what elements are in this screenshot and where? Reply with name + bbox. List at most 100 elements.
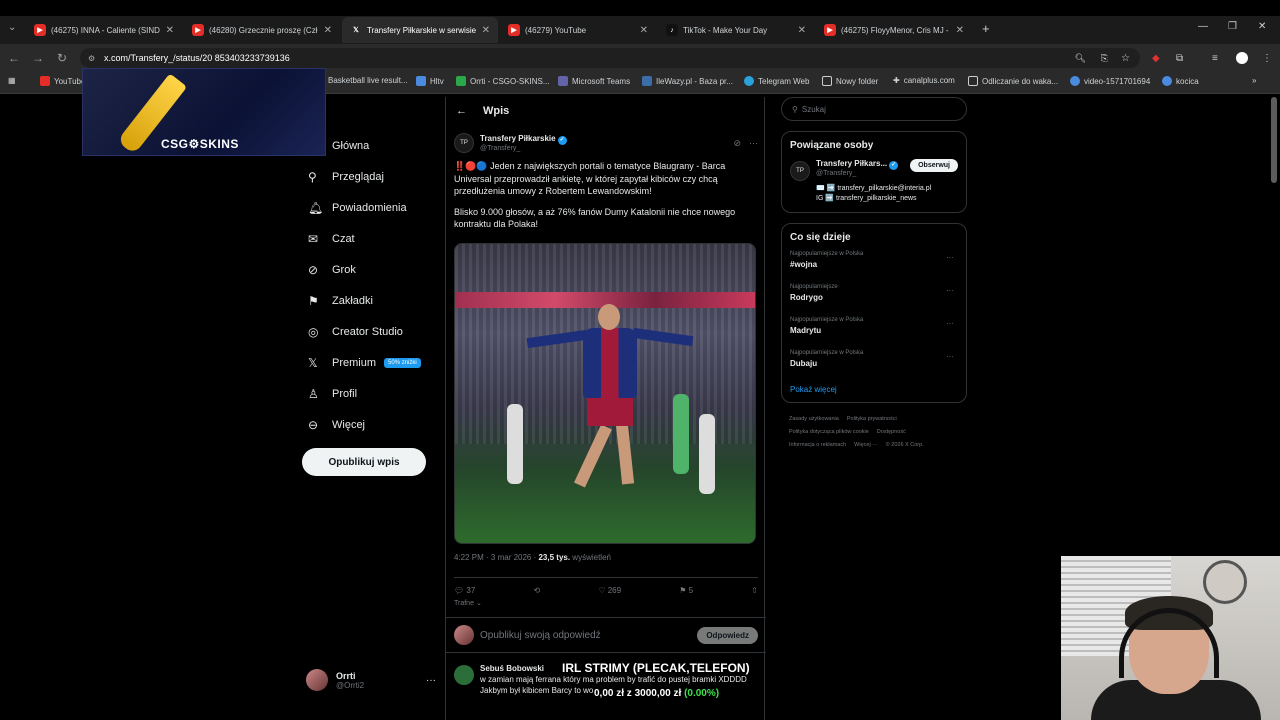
nav-chat[interactable]: ✉ Czat (302, 223, 442, 254)
opponent-figure (507, 404, 523, 484)
bookmark-item[interactable]: Basketball live result... (328, 76, 408, 85)
tab-search-icon[interactable]: ⌄ (8, 22, 16, 33)
nav-profile[interactable]: ♙ Profil (302, 378, 442, 409)
trend-item[interactable]: Najpopularniejsze Rodrygo ··· (790, 284, 958, 317)
reply-button[interactable]: Odpowiedz (697, 626, 758, 644)
author-name[interactable]: Transfery Piłkarskie ✓ (480, 134, 567, 145)
reply-composer: Opublikuj swoją odpowiedź Odpowiedz (446, 617, 766, 653)
address-bar[interactable]: ⚙ x.com/Transfery_/status/20 85340323373… (80, 48, 1140, 68)
avatar[interactable]: TP (790, 161, 810, 181)
tab-2[interactable]: ▶ (46280) Grzecznie proszę (Człu ✕ (184, 17, 340, 43)
trend-item[interactable]: Najpopularniejsze w Polska Madrytu ··· (790, 317, 958, 350)
bell-icon: 🔔︎ (308, 200, 324, 215)
bookmark-item[interactable]: Orrti - CSGO-SKINS... (456, 76, 550, 86)
tab-3-active[interactable]: 𝕏 Transfery Piłkarskie w serwisie X ✕ (342, 17, 498, 43)
bookmark-item[interactable]: Hltv (416, 76, 444, 86)
bookmark-action[interactable]: ⚑ 5 (679, 586, 693, 595)
footer-links: Zasady użytkowania Polityka prywatności P… (781, 413, 967, 452)
opponent-figure (699, 414, 715, 494)
csg-skins-logo: CSG⚙SKINS (161, 137, 239, 151)
reply-action[interactable]: 💬︎ 37 (454, 586, 475, 595)
new-tab-icon[interactable]: + (982, 21, 990, 36)
back-icon[interactable]: ← (2, 51, 26, 65)
nav-explore[interactable]: ⚲ Przeglądaj (302, 161, 442, 192)
minimize-icon[interactable]: — (1198, 21, 1208, 32)
extensions-puzzle-icon[interactable]: ⧉ (1176, 53, 1183, 64)
back-arrow-icon[interactable]: ← (456, 105, 467, 117)
bookmark-item[interactable]: kocica (1162, 76, 1199, 86)
footer-link[interactable]: Więcej ··· (854, 442, 878, 448)
close-icon[interactable]: ✕ (482, 25, 490, 36)
share-icon[interactable]: ⇧ (751, 586, 758, 595)
bookmark-item[interactable]: Odliczanie do waka... (968, 76, 1058, 86)
footer-link[interactable]: Polityka dotycząca plików cookie (789, 429, 869, 435)
menu-icon[interactable]: ⋮ (1262, 53, 1272, 64)
install-icon[interactable]: ⎘ (1101, 53, 1108, 64)
trend-item[interactable]: Najpopularniejsze w Polska #wojna ··· (790, 251, 958, 284)
trend-item[interactable]: Najpopularniejsze w Polska Dubaju ··· (790, 350, 958, 383)
related-name[interactable]: Transfery Piłkars... ✓ (816, 159, 899, 170)
more-icon[interactable]: ··· (426, 675, 436, 686)
close-icon[interactable]: ✕ (166, 25, 174, 36)
zoom-icon[interactable]: 🔍︎ (1075, 53, 1086, 64)
show-more-link[interactable]: Pokaż więcej (790, 385, 958, 394)
retweet-icon[interactable]: ⟲ (533, 586, 540, 595)
chevron-right-icon[interactable]: » (1252, 76, 1256, 85)
tab-4[interactable]: ▶ (46279) YouTube ✕ (500, 17, 656, 43)
close-icon[interactable]: ✕ (640, 25, 648, 36)
account-switcher[interactable]: Orrti @Orrti2 ··· (306, 668, 436, 692)
publish-post-button[interactable]: Opublikuj wpis (302, 448, 426, 476)
profile-icon[interactable] (1236, 52, 1248, 64)
nav-more[interactable]: ⊖ Więcej (302, 409, 442, 440)
footer-link[interactable]: Polityka prywatności (847, 416, 897, 422)
footer-link[interactable]: Dostępność (877, 429, 906, 435)
more-icon[interactable]: ··· (946, 253, 954, 262)
extension-icon[interactable]: ◆ (1152, 53, 1160, 64)
site-info-icon[interactable]: ⚙ (88, 54, 95, 63)
bookmark-item[interactable]: ✚ canalplus.com (893, 76, 955, 85)
nav-grok[interactable]: ⊘ Grok (302, 254, 442, 285)
apps-icon[interactable]: ▦ (8, 76, 16, 85)
footer-link[interactable]: Zasady użytkowania (789, 416, 839, 422)
restore-icon[interactable]: ❐ (1228, 21, 1237, 32)
bookmark-item[interactable]: YouTube (40, 76, 85, 86)
close-icon[interactable]: ✕ (798, 25, 806, 36)
bookmark-item[interactable]: video-1571701694 (1070, 76, 1150, 86)
nav-home[interactable]: Główna (302, 130, 442, 161)
more-icon[interactable]: ··· (946, 319, 954, 328)
like-action[interactable]: ♡ 269 (598, 586, 621, 595)
nav-notifications[interactable]: 🔔︎ Powiadomienia (302, 192, 442, 223)
window-close-icon[interactable]: ✕ (1258, 21, 1266, 32)
bookmark-folder[interactable]: Nowy folder (822, 76, 878, 86)
follow-button[interactable]: Obserwuj (910, 159, 958, 172)
verified-icon: ✓ (889, 161, 899, 170)
forward-icon[interactable]: → (26, 51, 50, 65)
tab-5[interactable]: ♪ TikTok - Make Your Day ✕ (658, 17, 814, 43)
tweet-photo[interactable] (454, 243, 756, 544)
nav-premium[interactable]: 𝕏 Premium 50% zniżki (302, 347, 442, 378)
more-icon[interactable]: ··· (946, 352, 954, 361)
tab-1[interactable]: ▶ (46275) INNA - Caliente (SINDR ✕ (26, 17, 182, 43)
close-icon[interactable]: ✕ (324, 25, 332, 36)
search-input[interactable]: ⚲ Szukaj (781, 97, 967, 121)
stream-goal-progress: 0,00 zł z 3000,00 zł (0.00%) (594, 688, 720, 699)
bookmark-item[interactable]: Microsoft Teams (558, 76, 630, 86)
footer-link[interactable]: Informacja o reklamach (789, 442, 846, 448)
bookmark-star-icon[interactable]: ☆ (1121, 53, 1130, 64)
sort-dropdown[interactable]: Trafne ⌄ (454, 599, 482, 607)
nav-creator-studio[interactable]: ◎ Creator Studio (302, 316, 442, 347)
heart-icon: ♡ (598, 586, 606, 595)
more-icon[interactable]: ··· (749, 138, 758, 148)
bookmark-item[interactable]: Telegram Web (744, 76, 809, 86)
close-icon[interactable]: ✕ (956, 25, 964, 36)
nav-bookmarks[interactable]: ⚑ Zakładki (302, 285, 442, 316)
bookmark-item[interactable]: IleWazy.pl - Baza pr... (642, 76, 733, 86)
tab-6[interactable]: ▶ (46275) FloyyMenor, Cris MJ - G ✕ (816, 17, 972, 43)
scrollbar[interactable] (1271, 97, 1277, 183)
media-icon[interactable]: ≡ (1212, 53, 1218, 64)
grok-icon[interactable]: ⊘ (733, 138, 741, 149)
reply-input[interactable]: Opublikuj swoją odpowiedź (480, 630, 601, 641)
reload-icon[interactable]: ↻ (50, 51, 74, 65)
author-avatar[interactable]: TP (454, 133, 474, 153)
more-icon[interactable]: ··· (946, 286, 954, 295)
